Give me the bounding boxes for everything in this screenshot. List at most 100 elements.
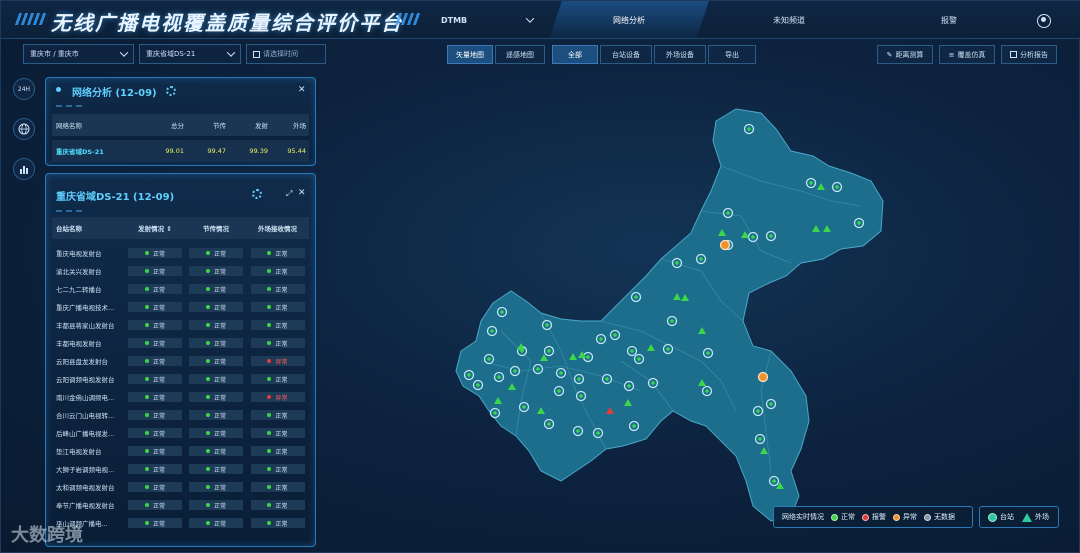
station-marker[interactable] <box>486 325 498 337</box>
station-marker[interactable] <box>601 373 613 385</box>
station-marker[interactable] <box>623 380 635 392</box>
station-marker[interactable] <box>671 257 683 269</box>
station-marker[interactable] <box>701 385 713 397</box>
station-marker[interactable] <box>483 353 495 365</box>
table-row[interactable]: 后峰山广播电视发... 正常 正常 正常 <box>52 424 309 442</box>
station-marker[interactable] <box>768 475 780 487</box>
table-row[interactable]: 南川金佛山调频电... 正常 正常 异常 <box>52 388 309 406</box>
station-marker[interactable] <box>702 347 714 359</box>
station-marker[interactable] <box>532 363 544 375</box>
field-marker[interactable] <box>540 354 548 361</box>
filter-all[interactable]: 全部 <box>552 45 598 64</box>
station-marker[interactable] <box>516 345 528 357</box>
field-marker[interactable] <box>537 407 545 414</box>
station-marker[interactable] <box>509 365 521 377</box>
table-row[interactable]: 七二九二转播台 正常 正常 正常 <box>52 280 309 298</box>
rail-globe-button[interactable] <box>13 118 35 140</box>
station-marker[interactable] <box>489 407 501 419</box>
coverage-sim-button[interactable]: ≡ 覆盖仿真 <box>939 45 995 64</box>
station-marker-abnormal[interactable] <box>757 371 769 383</box>
station-marker[interactable] <box>609 329 621 341</box>
user-icon[interactable] <box>1037 14 1051 28</box>
station-marker[interactable] <box>628 420 640 432</box>
station-marker-abnormal[interactable] <box>719 239 731 251</box>
table-row[interactable]: 合川云门山电视转... 正常 正常 正常 <box>52 406 309 424</box>
station-marker[interactable] <box>543 418 555 430</box>
station-marker[interactable] <box>752 405 764 417</box>
station-marker[interactable] <box>553 385 565 397</box>
station-marker[interactable] <box>695 253 707 265</box>
table-row[interactable]: 丰都电视发射台 正常 正常 正常 <box>52 334 309 352</box>
close-icon[interactable]: ✕ <box>298 188 306 198</box>
table-row[interactable]: 渝北关兴发射台 正常 正常 正常 <box>52 262 309 280</box>
expand-icon[interactable]: ⤢ <box>286 189 292 199</box>
table-row[interactable]: 云阳县盘龙发射台 正常 正常 异常 <box>52 352 309 370</box>
field-marker[interactable] <box>578 351 586 358</box>
station-marker[interactable] <box>630 291 642 303</box>
field-marker[interactable] <box>760 447 768 454</box>
station-marker[interactable] <box>754 433 766 445</box>
table-row[interactable]: 重庆广播电视技术... 正常 正常 正常 <box>52 298 309 316</box>
table-row[interactable]: 太和调频电视发射台 正常 正常 正常 <box>52 478 309 496</box>
analysis-report-button[interactable]: 分析报告 <box>1001 45 1057 64</box>
field-marker[interactable] <box>718 229 726 236</box>
station-marker[interactable] <box>543 345 555 357</box>
time-picker[interactable]: 请选择时间 <box>246 44 326 64</box>
station-marker[interactable] <box>722 239 734 251</box>
station-marker[interactable] <box>575 390 587 402</box>
station-marker[interactable] <box>572 425 584 437</box>
station-marker[interactable] <box>662 343 674 355</box>
station-marker[interactable] <box>592 427 604 439</box>
table-row[interactable]: 重庆省域DS-21 99.01 99.47 99.39 95.44 <box>52 140 309 162</box>
field-marker[interactable] <box>776 482 784 489</box>
region-select[interactable]: 重庆市 / 重庆市 <box>23 44 134 64</box>
field-marker[interactable] <box>517 343 525 350</box>
field-marker[interactable] <box>647 344 655 351</box>
station-marker[interactable] <box>493 371 505 383</box>
field-marker[interactable] <box>569 353 577 360</box>
map-mode-vector[interactable]: 矢量地图 <box>447 45 493 64</box>
station-marker[interactable] <box>765 398 777 410</box>
field-marker[interactable] <box>698 379 706 386</box>
field-marker-alarm[interactable] <box>606 407 614 414</box>
gear-icon[interactable] <box>166 86 176 96</box>
field-marker[interactable] <box>681 294 689 301</box>
station-marker[interactable] <box>743 123 755 135</box>
table-row[interactable]: 大狮子岩调频电视... 正常 正常 正常 <box>52 460 309 478</box>
station-marker[interactable] <box>573 373 585 385</box>
close-icon[interactable]: ✕ <box>298 85 306 95</box>
station-marker[interactable] <box>518 401 530 413</box>
standard-select[interactable]: DTMB <box>431 9 543 31</box>
table-row[interactable]: 重庆电视发射台 正常 正常 正常 <box>52 244 309 262</box>
network-select[interactable]: 重庆省域DS-21 <box>139 44 241 64</box>
station-marker[interactable] <box>472 379 484 391</box>
tab-unknown-channel[interactable]: 未知频道 <box>709 1 869 39</box>
station-marker[interactable] <box>541 319 553 331</box>
field-marker[interactable] <box>508 383 516 390</box>
station-marker[interactable] <box>853 217 865 229</box>
distance-measure-button[interactable]: ✎ 距离测算 <box>877 45 933 64</box>
tab-alarm[interactable]: 报警 <box>869 1 1029 39</box>
station-marker[interactable] <box>463 369 475 381</box>
table-row[interactable]: 巫山调频广播电... 正常 正常 正常 <box>52 514 309 532</box>
col-header-sortable[interactable]: 发射情况 ⇕ <box>124 223 186 233</box>
tab-network-analysis[interactable]: 网络分析 <box>549 1 709 39</box>
station-marker[interactable] <box>747 231 759 243</box>
field-marker[interactable] <box>494 397 502 404</box>
export-button[interactable]: 导出 <box>708 45 756 64</box>
table-row[interactable]: 丰都县蒋家山发射台 正常 正常 正常 <box>52 316 309 334</box>
field-marker[interactable] <box>624 399 632 406</box>
table-row[interactable]: 云阳调频电视发射台 正常 正常 正常 <box>52 370 309 388</box>
station-marker[interactable] <box>666 315 678 327</box>
field-marker[interactable] <box>817 183 825 190</box>
gear-icon[interactable] <box>252 189 262 199</box>
station-marker[interactable] <box>496 306 508 318</box>
field-marker[interactable] <box>741 231 749 238</box>
station-marker[interactable] <box>633 353 645 365</box>
station-marker[interactable] <box>555 367 567 379</box>
rail-chart-button[interactable] <box>13 158 35 180</box>
station-marker[interactable] <box>722 207 734 219</box>
table-row[interactable]: 垫江电视发射台 正常 正常 正常 <box>52 442 309 460</box>
field-marker[interactable] <box>812 225 820 232</box>
station-marker[interactable] <box>765 230 777 242</box>
